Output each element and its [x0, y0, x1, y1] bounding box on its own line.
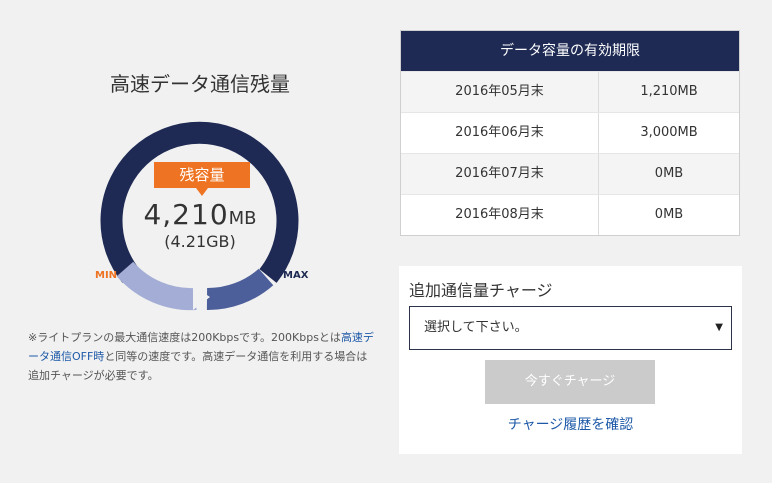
expiry-period: 2016年06月末 — [401, 113, 599, 153]
remaining-unit: MB — [228, 208, 257, 229]
select-value: 選択して下さい。 — [424, 320, 528, 335]
expiry-amount: 0MB — [654, 207, 684, 222]
gauge-min-label: MIN — [95, 270, 118, 281]
expiry-period: 2016年07月末 — [401, 154, 599, 194]
expiry-amount: 3,000MB — [640, 125, 698, 140]
expiry-amount: 1,210MB — [640, 84, 698, 99]
expiry-period: 2016年08月末 — [401, 195, 599, 235]
charge-title: 追加通信量チャージ — [409, 281, 553, 300]
table-row: 2016年06月末 3,000MB — [401, 112, 739, 153]
expiry-period: 2016年05月末 — [401, 72, 599, 112]
speed-note: ※ライトプランの最大通信速度は200Kbpsです。200Kbpsとは高速データ通… — [28, 328, 378, 385]
charge-amount-select[interactable]: 選択して下さい。 ▼ — [409, 306, 732, 350]
gauge-fill-light — [116, 261, 197, 311]
remaining-amount: 4,210MB — [100, 198, 300, 231]
charge-history-link[interactable]: チャージ履歴を確認 — [399, 414, 742, 434]
table-row: 2016年05月末 1,210MB — [401, 71, 739, 112]
remaining-value: 4,210 — [143, 198, 229, 231]
gauge-fill-dark — [206, 268, 274, 311]
table-row: 2016年08月末 0MB — [401, 194, 739, 235]
gauge-max-label: MAX — [283, 270, 309, 281]
charge-panel: 追加通信量チャージ 選択して下さい。 ▼ 今すぐチャージ チャージ履歴を確認 — [399, 266, 742, 454]
chevron-down-icon: ▼ — [715, 322, 723, 333]
expiry-table-header: データ容量の有効期限 — [401, 31, 739, 71]
charge-now-button[interactable]: 今すぐチャージ — [485, 360, 655, 404]
remaining-badge: 残容量 — [154, 162, 250, 196]
expiry-table: データ容量の有効期限 2016年05月末 1,210MB 2016年06月末 3… — [400, 30, 740, 236]
expiry-amount: 0MB — [654, 166, 684, 181]
note-text-1: ※ライトプランの最大通信速度は200Kbpsです。200Kbpsとは — [28, 331, 341, 344]
remaining-gb: (4.21GB) — [164, 232, 236, 251]
table-row: 2016年07月末 0MB — [401, 153, 739, 194]
data-remaining-panel: 高速データ通信残量 残容量 4,210MB (4.21GB) MIN MAX ※… — [0, 0, 400, 483]
